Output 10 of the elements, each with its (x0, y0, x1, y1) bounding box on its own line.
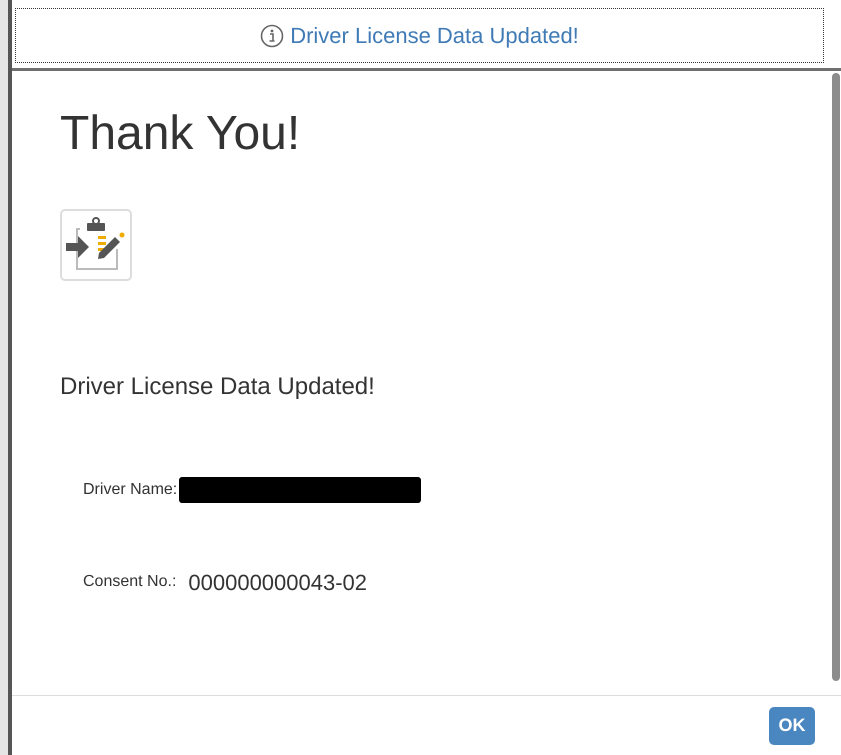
field-label: Consent No.: (83, 572, 176, 592)
info-icon (260, 24, 284, 48)
confirmation-heading: Driver License Data Updated! (60, 372, 376, 402)
field-value: 000000000043-02 (188, 568, 368, 596)
dialog-title: Thank You! (60, 106, 302, 162)
field-label: Driver Name: (83, 480, 178, 500)
notification-message: Driver License Data Updated! (290, 22, 579, 50)
clipboard-icon (60, 209, 132, 281)
ok-button[interactable]: OK (769, 706, 815, 744)
scrollbar[interactable] (832, 73, 840, 681)
